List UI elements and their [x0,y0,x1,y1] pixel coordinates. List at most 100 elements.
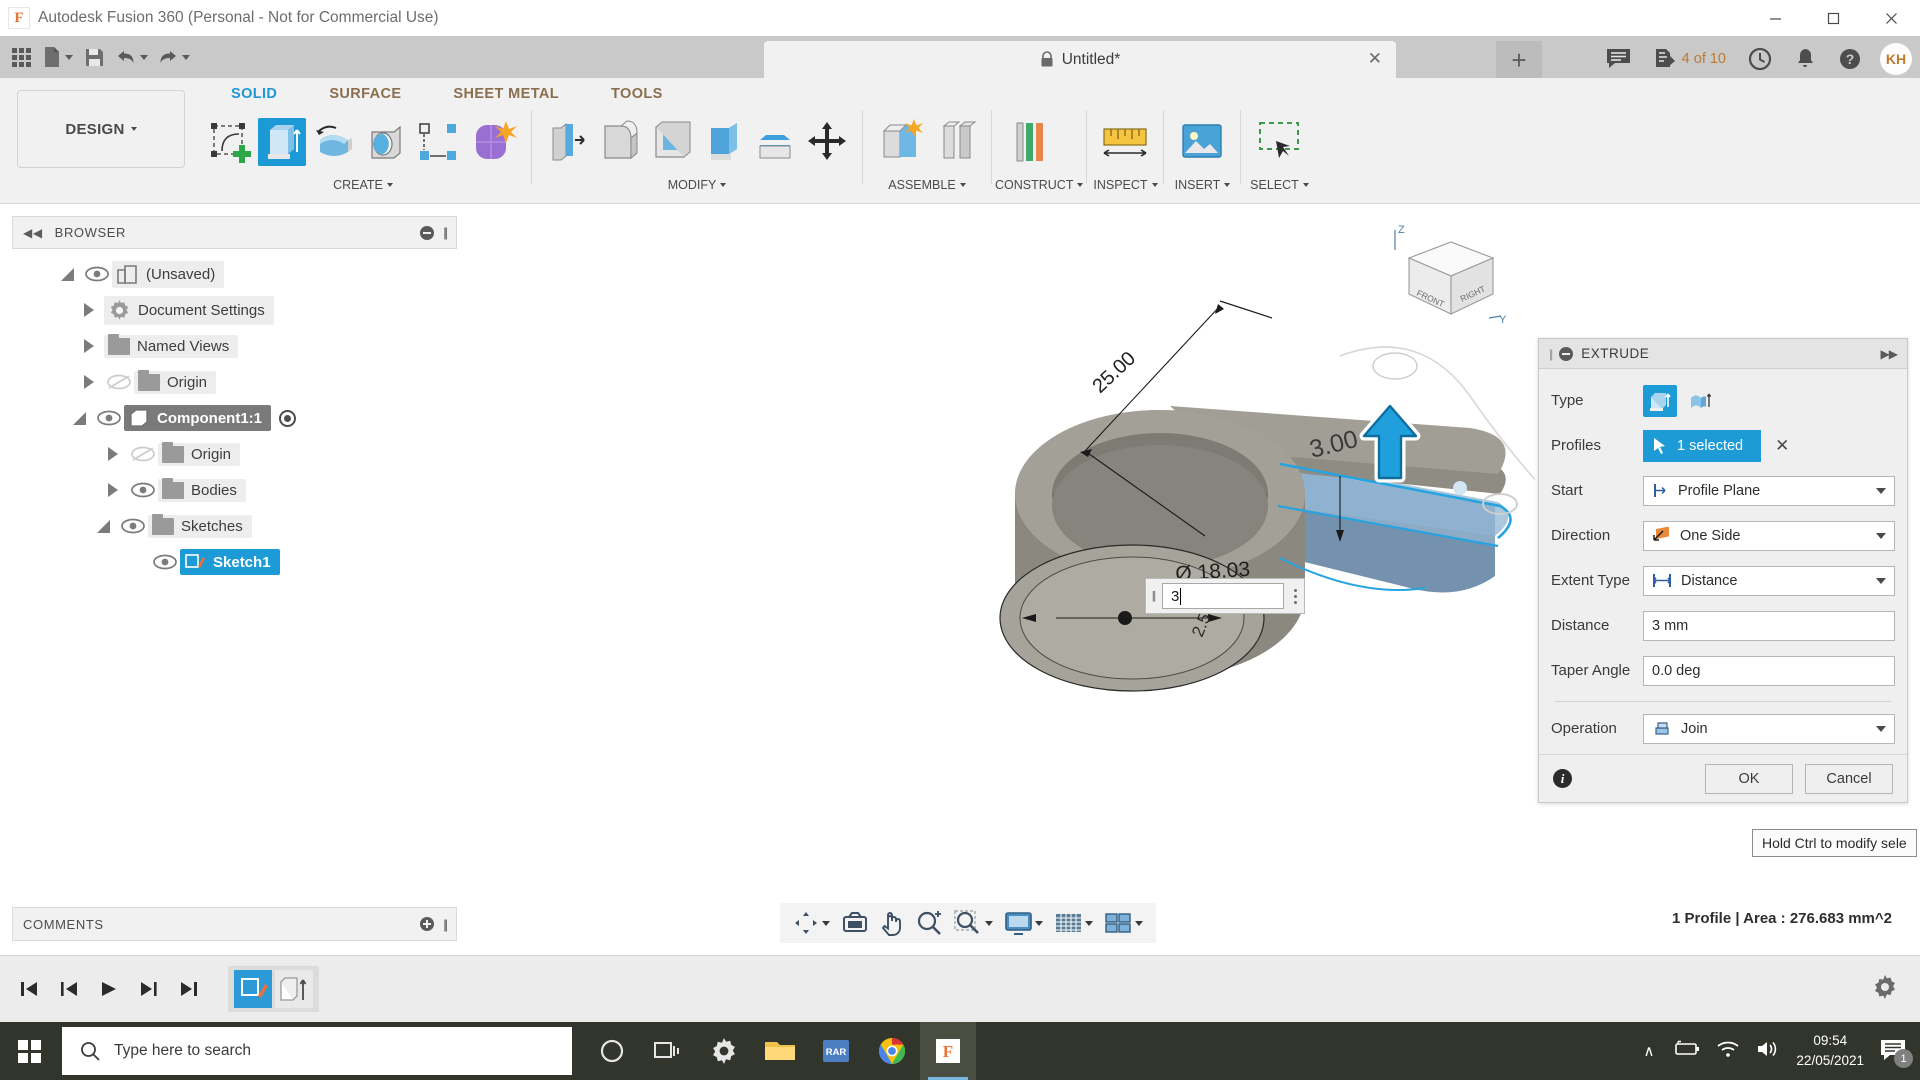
maximize-button[interactable] [1804,0,1862,36]
timeline-next-icon[interactable] [136,974,162,1004]
insert-image-icon[interactable] [1175,115,1229,169]
timeline-prev-icon[interactable] [56,974,82,1004]
distance-input[interactable]: 3 mm [1643,611,1895,641]
windows-start-icon[interactable] [0,1022,58,1080]
revolve-icon[interactable] [310,118,358,166]
browser-resize-grip[interactable]: || [443,225,446,240]
app-grid-icon[interactable] [6,40,36,74]
jobs-status-button[interactable]: 4 of 10 [1643,40,1736,78]
add-comment-icon[interactable] [420,917,434,931]
bell-icon[interactable] [1784,40,1826,78]
visibility-hidden-icon[interactable] [104,374,134,390]
visibility-eye-icon[interactable] [82,266,112,282]
close-button[interactable] [1862,0,1920,36]
chrome-icon[interactable] [864,1022,920,1080]
minimize-icon[interactable] [1559,347,1573,361]
taskbar-search-input[interactable]: Type here to search [62,1027,572,1075]
profiles-select-button[interactable]: 1 selected [1643,430,1761,462]
zoom-icon[interactable] [911,905,947,941]
winrar-icon[interactable]: RAR [808,1022,864,1080]
fusion360-icon[interactable]: F [920,1022,976,1080]
cancel-button[interactable]: Cancel [1805,764,1893,794]
redo-icon[interactable] [154,40,193,74]
task-view-icon[interactable] [640,1022,696,1080]
ribbon-group-label-modify[interactable]: MODIFY [535,174,859,196]
undo-icon[interactable] [112,40,151,74]
orbit-icon[interactable] [788,905,835,941]
tab-close-icon[interactable]: ✕ [1368,50,1382,67]
tree-item-origin-child[interactable]: Origin [12,436,457,472]
expander-closed-icon[interactable] [98,447,128,461]
new-document-icon[interactable] [39,40,76,74]
info-icon[interactable]: i [1553,769,1572,788]
ribbon-group-label-inspect[interactable]: INSPECT [1090,174,1160,196]
new-tab-button[interactable]: + [1496,41,1542,78]
ribbon-group-label-insert[interactable]: INSERT [1167,174,1237,196]
timeline-extrude-feature[interactable] [275,970,313,1008]
expander-closed-icon[interactable] [74,303,104,317]
expander-open-icon[interactable] [52,268,82,281]
offset-plane-icon[interactable] [1003,115,1057,169]
visibility-eye-icon[interactable] [150,554,180,570]
ok-button[interactable]: OK [1705,764,1793,794]
sweep-icon[interactable] [362,118,410,166]
manipulator-distance-input[interactable]: 3 [1162,583,1284,609]
taskbar-clock[interactable]: 09:54 22/05/2021 [1796,1031,1864,1070]
expander-open-icon[interactable] [88,520,118,533]
workspace-switcher[interactable]: DESIGN [17,90,185,168]
ribbon-group-label-create[interactable]: CREATE [198,174,528,196]
manipulator-menu-icon[interactable] [1286,589,1304,604]
start-dropdown[interactable]: Profile Plane [1643,476,1895,506]
ribbon-group-label-select[interactable]: SELECT [1244,174,1314,196]
comments-resize-grip[interactable]: || [443,917,446,932]
comments-icon[interactable] [1596,40,1641,78]
press-pull-icon[interactable] [543,118,591,166]
3d-viewport[interactable]: 25.00 3.00 Ø 18.03 2.50 Z FRONT RIGHT Y [460,206,1535,896]
tree-item-sketch1[interactable]: Sketch1 [12,544,457,580]
timeline-play-icon[interactable] [96,974,122,1004]
profiles-clear-icon[interactable]: ✕ [1775,436,1789,456]
draft-icon[interactable] [699,118,747,166]
create-sketch-icon[interactable] [206,118,254,166]
ribbon-tab-surface[interactable]: SURFACE [303,86,427,102]
display-settings-icon[interactable] [1000,905,1048,941]
timeline-first-icon[interactable] [16,974,42,1004]
expander-open-icon[interactable] [64,412,94,425]
visibility-eye-icon[interactable] [94,410,124,426]
volume-icon[interactable] [1756,1039,1780,1064]
browser-collapse-all-icon[interactable] [420,226,434,240]
save-icon[interactable] [79,40,109,74]
zoom-window-icon[interactable] [949,905,998,941]
rib-icon[interactable] [414,118,462,166]
tree-item-component1[interactable]: Component1:1 [12,400,457,436]
measure-icon[interactable] [1098,115,1152,169]
collapse-left-icon[interactable]: ◀◀ [23,226,43,240]
settings-icon[interactable] [696,1022,752,1080]
direction-dropdown[interactable]: One Side [1643,521,1895,551]
operation-dropdown[interactable]: Join [1643,714,1895,744]
tray-expand-chevron-icon[interactable]: ∧ [1643,1042,1654,1060]
extrude-thin-icon[interactable] [1683,385,1717,417]
view-cube[interactable]: Z FRONT RIGHT Y [1389,220,1507,330]
activate-component-radio[interactable] [279,410,296,427]
timeline-sketch1-feature[interactable] [234,970,272,1008]
file-explorer-icon[interactable] [752,1022,808,1080]
shell-icon[interactable] [647,118,695,166]
ribbon-tab-solid[interactable]: SOLID [205,86,303,102]
viewports-icon[interactable] [1100,905,1148,941]
comments-panel-header[interactable]: COMMENTS || [12,907,457,941]
joint-icon[interactable] [932,118,980,166]
manipulator-distance-input-group[interactable]: ||| 3 [1145,578,1305,614]
extent-type-dropdown[interactable]: Distance [1643,566,1895,596]
model-canvas[interactable]: 25.00 3.00 Ø 18.03 2.50 [460,206,1535,896]
wifi-icon[interactable] [1716,1040,1740,1063]
user-avatar[interactable]: KH [1880,43,1912,75]
recent-icon[interactable] [1738,40,1782,78]
extrude-dialog-header[interactable]: || EXTRUDE ▶▶ [1539,339,1907,369]
taper-angle-input[interactable]: 0.0 deg [1643,656,1895,686]
grid-snaps-icon[interactable] [1050,905,1098,941]
tree-item-unsaved[interactable]: (Unsaved) [12,256,457,292]
visibility-hidden-icon[interactable] [128,446,158,462]
fillet-icon[interactable] [595,118,643,166]
expander-closed-icon[interactable] [74,375,104,389]
